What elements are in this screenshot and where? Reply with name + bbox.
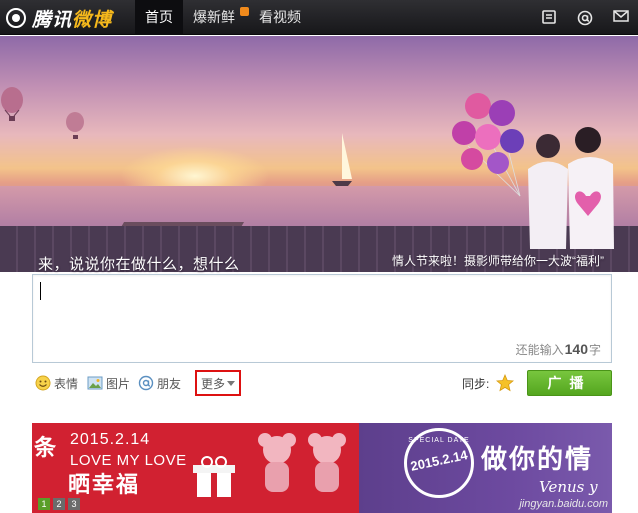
friend-label: 朋友	[157, 376, 182, 391]
header-icons	[524, 0, 632, 35]
seal-date: 2015.2.14	[409, 447, 469, 474]
char-counter: 还能输入140字	[515, 341, 601, 357]
sync-label: 同步:	[462, 377, 490, 391]
ad-date: 2015.2.14	[70, 431, 151, 448]
image-icon	[87, 376, 103, 390]
more-label: 更多	[200, 376, 225, 391]
more-dropdown[interactable]: 更多	[195, 370, 241, 396]
composer-prompt: 来，说说你在做什么，想什么	[38, 256, 240, 273]
hot-air-balloon-icon	[66, 112, 84, 139]
ad-happiness-text: 晒幸福	[68, 472, 141, 497]
image-label: 图片	[106, 376, 131, 391]
logo[interactable]: 腾讯微博	[6, 5, 112, 31]
pager-dot-2[interactable]: 2	[53, 498, 65, 510]
ad-headline: 做你的情	[481, 444, 594, 474]
at-friend-icon	[138, 375, 154, 391]
composer-toolbar: 表情 图片 朋友 更多 同步: 广播	[32, 370, 612, 396]
profile-banner-image	[0, 36, 638, 272]
watermark: jingyan.baidu.com	[519, 498, 608, 510]
ad-char-top: 条	[34, 435, 57, 460]
nav-video[interactable]: 看视频	[249, 0, 311, 35]
ad-pager: 1 2 3	[38, 498, 83, 510]
private-message-icon[interactable]	[538, 7, 560, 29]
emoji-icon	[35, 375, 51, 391]
pager-dot-1[interactable]: 1	[38, 498, 50, 510]
couple-silhouette	[528, 127, 614, 249]
tencent-logo-icon	[6, 8, 26, 28]
publish-button[interactable]: 广播	[527, 370, 612, 396]
date-seal: SPECIAL DATE 2015.2.14	[404, 428, 474, 498]
nav-fresh[interactable]: 爆新鲜	[183, 0, 249, 35]
ad-left-panel: 条 2015.2.14 LOVE MY LOVE 晒幸福 1 2 3	[32, 423, 359, 513]
top-nav-bar: 腾讯微博 首页 爆新鲜 看视频	[0, 0, 638, 35]
image-button[interactable]: 图片	[87, 373, 130, 393]
nav-home[interactable]: 首页	[135, 0, 183, 35]
nav-fresh-label: 爆新鲜	[193, 9, 235, 25]
sailboat-icon	[332, 133, 352, 186]
new-badge	[240, 7, 249, 16]
mail-icon[interactable]	[610, 7, 632, 29]
qzone-star-icon[interactable]	[496, 374, 514, 392]
main-nav: 首页 爆新鲜 看视频	[135, 0, 311, 35]
promo-link[interactable]: 情人节来啦！摄影师带给你一大波“福利”	[392, 252, 604, 269]
seal-caption: SPECIAL DATE	[408, 437, 470, 444]
gift-box-icon	[193, 456, 235, 497]
emoji-button[interactable]: 表情	[35, 373, 78, 393]
logo-text: 腾讯微博	[32, 9, 113, 31]
emoji-label: 表情	[54, 376, 79, 391]
hot-air-balloon-icon	[1, 87, 23, 121]
at-mention-icon[interactable]	[574, 7, 596, 29]
chevron-down-icon	[227, 380, 235, 386]
post-textarea[interactable]: 还能输入140字	[32, 274, 612, 363]
text-caret	[40, 282, 41, 300]
ad-subtitle: Venus y	[539, 478, 598, 496]
teddy-bears-icon	[258, 433, 346, 492]
pager-dot-3[interactable]: 3	[68, 498, 80, 510]
mention-friend-button[interactable]: 朋友	[138, 373, 181, 393]
ad-banner[interactable]: 条 2015.2.14 LOVE MY LOVE 晒幸福 1 2 3 SPECI…	[32, 423, 612, 513]
